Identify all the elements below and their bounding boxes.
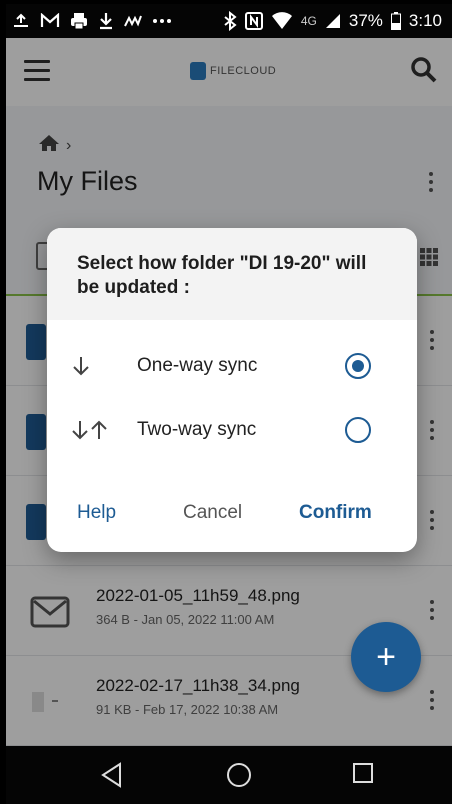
back-icon[interactable] [100,762,126,788]
home-nav-icon[interactable] [226,762,252,788]
gmail-icon [40,11,60,31]
arrows-up-down-icon [71,418,111,442]
dialog-header: Select how folder "DI 19-20" will be upd… [47,228,417,320]
system-nav-bar [6,746,452,804]
confirm-button[interactable]: Confirm [299,502,372,524]
recents-icon[interactable] [352,762,378,788]
wifi-direct-icon [124,11,142,31]
arrow-down-icon [71,354,111,378]
bluetooth-icon [223,11,237,31]
download-icon [98,11,114,31]
nfc-icon [244,11,263,31]
printer-icon [70,11,88,31]
dialog-actions: Help Cancel Confirm [47,492,417,536]
battery-icon [390,11,401,31]
add-button[interactable]: + [351,622,421,692]
status-bar: 4G 37% 3:10 [6,4,452,38]
sync-dialog: Select how folder "DI 19-20" will be upd… [47,228,417,552]
battery-percent: 37% [348,11,383,30]
lte-signal-icon [325,11,341,31]
two-way-radio[interactable] [345,417,371,443]
option-one-way-sync[interactable]: One-way sync [47,340,417,392]
share-icon [12,11,30,31]
option-label: One-way sync [137,355,258,376]
option-two-way-sync[interactable]: Two-way sync [47,404,417,456]
more-notifications-icon [152,11,172,31]
network-type: 4G [300,14,317,28]
dialog-title: Select how folder "DI 19-20" will be upd… [77,253,367,298]
clock: 3:10 [408,11,442,30]
one-way-radio[interactable] [345,353,371,379]
cancel-button[interactable]: Cancel [183,502,242,524]
plus-icon: + [376,637,396,676]
wifi-icon [271,11,293,31]
option-label: Two-way sync [137,419,257,440]
help-button[interactable]: Help [77,502,116,524]
